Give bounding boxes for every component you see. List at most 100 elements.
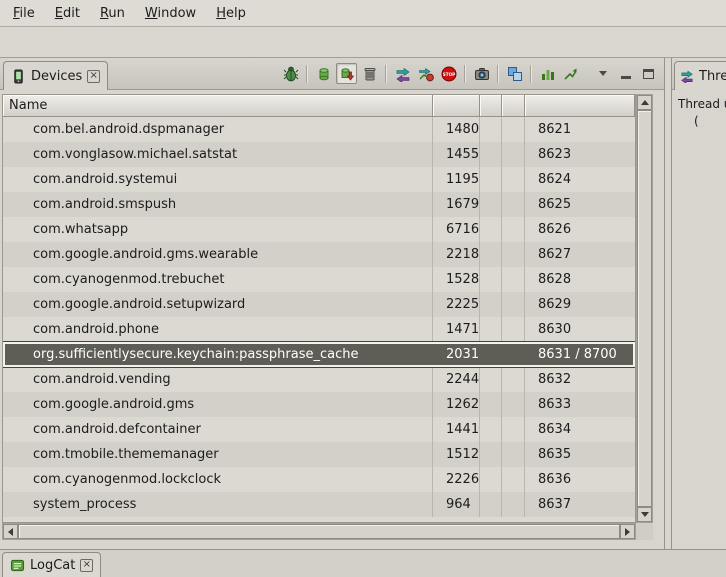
table-row[interactable]: com.android.vending 22440 8632 [3, 367, 635, 392]
process-name: com.google.android.setupwizard [3, 292, 433, 317]
menu-file[interactable]: File [3, 2, 45, 25]
process-port: 8629 [525, 292, 635, 317]
minimize-icon[interactable] [615, 63, 636, 84]
table-row[interactable]: com.google.android.setupwizard 22250 862… [3, 292, 635, 317]
screen-capture-icon[interactable] [471, 63, 492, 84]
process-table-body: com.bel.android.dspmanager 1480 8621 com… [3, 117, 635, 517]
scroll-down-icon[interactable] [637, 507, 652, 522]
table-row[interactable]: com.bel.android.dspmanager 1480 8621 [3, 117, 635, 142]
threads-tab-label: Threa [699, 69, 726, 84]
process-port: 8628 [525, 267, 635, 292]
ui-automator-icon[interactable] [504, 63, 525, 84]
empty-cell [502, 242, 525, 267]
process-name: system_process [3, 492, 433, 517]
empty-cell [502, 142, 525, 167]
empty-cell [480, 267, 502, 292]
process-name: com.android.phone [3, 317, 433, 342]
empty-cell [480, 367, 502, 392]
process-pid: 1679 [433, 192, 480, 217]
empty-cell [502, 467, 525, 492]
scroll-right-icon[interactable] [620, 524, 635, 539]
close-icon[interactable]: × [80, 559, 93, 572]
process-pid: 20311 [433, 342, 480, 367]
process-name: com.cyanogenmod.lockclock [3, 467, 433, 492]
opengl-trace-icon[interactable] [560, 63, 581, 84]
dump-hprof-icon[interactable] [336, 63, 357, 84]
main-toolbar-empty [0, 27, 726, 58]
column-header-port[interactable] [525, 95, 635, 117]
empty-cell [480, 392, 502, 417]
table-row[interactable]: com.cyanogenmod.trebuchet 1528 8628 [3, 267, 635, 292]
empty-cell [480, 292, 502, 317]
menu-edit[interactable]: Edit [45, 2, 90, 25]
toolbar-separator [497, 65, 499, 83]
empty-cell [502, 117, 525, 142]
empty-cell [502, 492, 525, 517]
process-port: 8630 [525, 317, 635, 342]
table-header: Name [3, 95, 635, 117]
table-row[interactable]: com.whatsapp 6716 8626 [3, 217, 635, 242]
cause-gc-icon[interactable] [359, 63, 380, 84]
table-row[interactable]: com.google.android.gms.wearable 22185 86… [3, 242, 635, 267]
menu-help[interactable]: Help [206, 2, 256, 25]
debug-process-icon[interactable] [280, 63, 301, 84]
process-pid: 22265 [433, 467, 480, 492]
toolbar-separator [464, 65, 466, 83]
horizontal-scroll-thumb[interactable] [18, 524, 620, 539]
maximize-icon[interactable] [638, 63, 659, 84]
column-header-empty-1[interactable] [480, 95, 502, 117]
empty-cell [502, 317, 525, 342]
process-pid: 1528 [433, 267, 480, 292]
table-row[interactable]: com.tmobile.thememanager 1512 8635 [3, 442, 635, 467]
process-port: 8633 [525, 392, 635, 417]
empty-cell [480, 417, 502, 442]
vertical-scroll-thumb[interactable] [637, 110, 652, 507]
empty-cell [480, 192, 502, 217]
table-row[interactable]: system_process 964 8637 [3, 492, 635, 517]
process-pid: 12623 [433, 392, 480, 417]
device-icon [11, 69, 26, 84]
process-pid: 1195 [433, 167, 480, 192]
tab-threads[interactable]: Threa [674, 61, 726, 90]
scroll-left-icon[interactable] [3, 524, 18, 539]
workbench-area: Devices × [0, 58, 726, 549]
tab-logcat[interactable]: LogCat × [2, 552, 101, 577]
process-pid: 1512 [433, 442, 480, 467]
process-name: com.tmobile.thememanager [3, 442, 433, 467]
table-row[interactable]: com.vonglasow.michael.satstat 14553 8623 [3, 142, 635, 167]
table-row[interactable]: com.android.systemui 1195 8624 [3, 167, 635, 192]
close-icon[interactable]: × [87, 70, 100, 83]
view-menu-icon[interactable] [592, 63, 613, 84]
scroll-up-icon[interactable] [637, 95, 652, 110]
svg-text:STOP: STOP [442, 72, 455, 77]
table-row[interactable]: com.android.defcontainer 14411 8634 [3, 417, 635, 442]
menu-run[interactable]: Run [90, 2, 135, 25]
table-row[interactable]: com.cyanogenmod.lockclock 22265 8636 [3, 467, 635, 492]
threads-icon [680, 69, 694, 83]
update-heap-icon[interactable] [313, 63, 334, 84]
process-port: 8621 [525, 117, 635, 142]
tab-devices[interactable]: Devices × [3, 61, 108, 90]
table-row[interactable]: org.sufficientlysecure.keychain:passphra… [3, 342, 635, 367]
empty-cell [480, 467, 502, 492]
column-header-empty-2[interactable] [502, 95, 525, 117]
process-pid: 14553 [433, 142, 480, 167]
logcat-icon [10, 558, 25, 573]
table-row[interactable]: com.android.smspush 1679 8625 [3, 192, 635, 217]
menu-window[interactable]: Window [135, 2, 206, 25]
table-row[interactable]: com.google.android.gms 12623 8633 [3, 392, 635, 417]
update-threads-icon[interactable] [392, 63, 413, 84]
vertical-scrollbar[interactable] [636, 94, 653, 523]
horizontal-scrollbar[interactable] [2, 523, 636, 540]
empty-cell [502, 267, 525, 292]
table-row[interactable]: com.android.phone 1471 8630 [3, 317, 635, 342]
stop-process-icon[interactable]: STOP [438, 63, 459, 84]
process-name: com.android.defcontainer [3, 417, 433, 442]
empty-cell [480, 217, 502, 242]
start-method-profiling-icon[interactable] [415, 63, 436, 84]
systrace-icon[interactable] [537, 63, 558, 84]
process-name: com.android.smspush [3, 192, 433, 217]
process-port: 8632 [525, 367, 635, 392]
column-header-pid[interactable] [433, 95, 480, 117]
column-header-name[interactable]: Name [3, 95, 433, 117]
